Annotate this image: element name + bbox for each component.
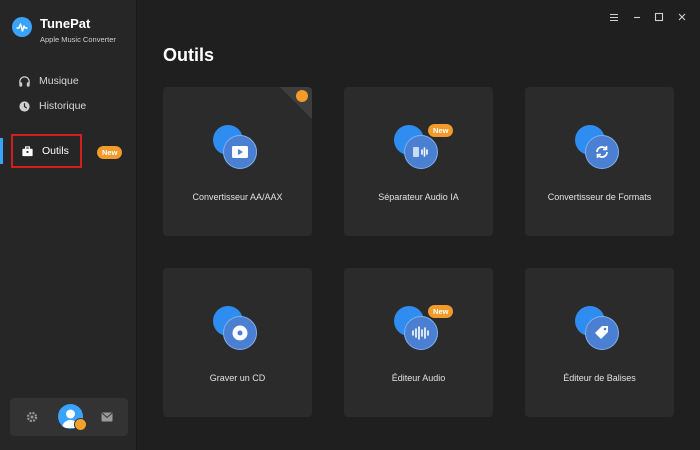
sidebar-item-outils[interactable]: Outils [20, 143, 69, 159]
sidebar-item-label: Historique [39, 100, 87, 112]
sidebar: TunePat Apple Music Converter Musique Hi… [0, 0, 137, 450]
maximize-icon[interactable] [652, 10, 666, 24]
mail-icon[interactable] [99, 409, 115, 425]
sidebar-item-label: Musique [39, 75, 79, 87]
tool-label: Convertisseur AA/AAX [192, 192, 283, 202]
new-badge: New [428, 305, 454, 318]
tool-icon [575, 125, 623, 173]
brand: TunePat Apple Music Converter [12, 16, 116, 44]
premium-corner-icon [296, 90, 308, 102]
new-badge: New [428, 124, 454, 137]
sidebar-item-label: Outils [42, 145, 69, 157]
premium-badge-icon [74, 418, 87, 431]
app-subtitle: Apple Music Converter [40, 35, 116, 44]
tunepat-logo-icon [12, 17, 32, 37]
menu-icon[interactable] [607, 10, 621, 24]
audio-split-icon [404, 135, 438, 169]
tool-card-balises[interactable]: Éditeur de Balises [525, 268, 674, 417]
tool-icon [575, 306, 623, 354]
toolbox-icon [20, 144, 34, 158]
gear-icon[interactable] [24, 409, 40, 425]
tool-label: Séparateur Audio IA [378, 192, 459, 202]
headphones-icon [17, 74, 31, 88]
tool-card-editeur-audio[interactable]: New Éditeur Audio [344, 268, 493, 417]
tool-icon [213, 125, 261, 173]
tool-label: Convertisseur de Formats [547, 192, 652, 202]
new-badge: New [97, 146, 123, 159]
sidebar-item-musique[interactable]: Musique [17, 73, 79, 89]
tool-label: Graver un CD [209, 373, 266, 383]
app-name: TunePat [40, 16, 91, 31]
bottom-toolbar [10, 398, 128, 436]
tool-card-separateur[interactable]: New Séparateur Audio IA [344, 87, 493, 236]
clock-icon [17, 99, 31, 113]
tool-icon [213, 306, 261, 354]
sidebar-item-historique[interactable]: Historique [17, 98, 86, 114]
refresh-icon [585, 135, 619, 169]
tool-card-aa-aax[interactable]: Convertisseur AA/AAX [163, 87, 312, 236]
page-title: Outils [163, 45, 215, 65]
tool-label: Éditeur Audio [391, 373, 446, 383]
tag-icon [585, 316, 619, 350]
tool-card-formats[interactable]: Convertisseur de Formats [525, 87, 674, 236]
tool-label: Éditeur de Balises [563, 373, 636, 383]
cd-icon [223, 316, 257, 350]
active-indicator [0, 138, 3, 164]
tool-card-graver-cd[interactable]: Graver un CD [163, 268, 312, 417]
close-icon[interactable] [675, 10, 689, 24]
minimize-icon[interactable] [630, 10, 644, 24]
play-icon [223, 135, 257, 169]
waveform-icon [404, 316, 438, 350]
